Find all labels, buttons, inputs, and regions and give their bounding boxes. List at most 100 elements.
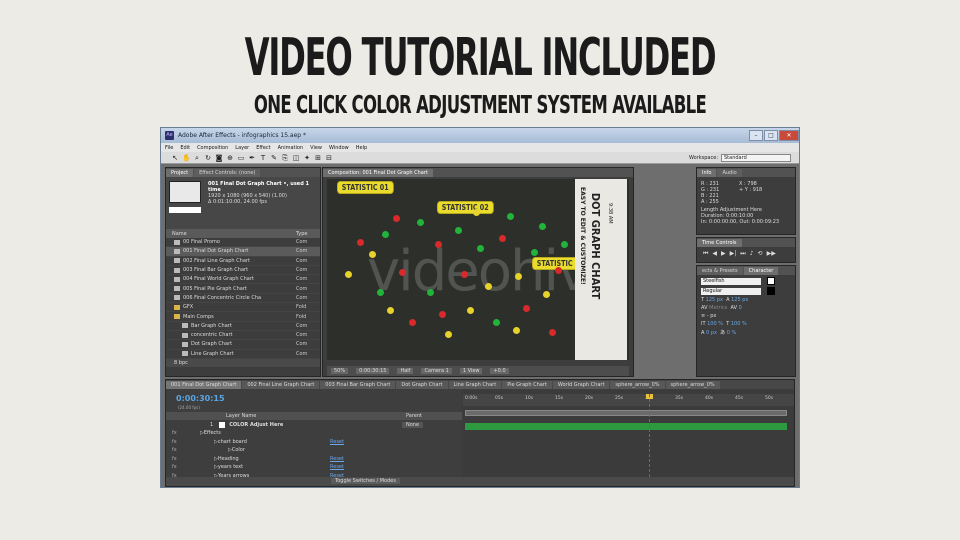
effect-property-row[interactable]: fx ▷ years text Reset xyxy=(166,463,462,471)
timeline-tab[interactable]: Dot Graph Chart xyxy=(396,381,448,389)
project-item[interactable]: Line Graph Chart Com xyxy=(166,350,320,359)
project-item[interactable]: 006 Final Concentric Circle Cha Com xyxy=(166,294,320,304)
layer-label-swatch[interactable] xyxy=(219,422,226,428)
column-type[interactable]: Type xyxy=(296,231,320,237)
close-button[interactable]: ✕ xyxy=(779,130,799,141)
menu-edit[interactable]: Edit xyxy=(180,145,190,151)
maximize-button[interactable]: □ xyxy=(764,130,778,141)
project-item[interactable]: Bar Graph Chart Com xyxy=(166,322,320,331)
tsume-value[interactable]: 0 % xyxy=(727,330,737,336)
menu-help[interactable]: Help xyxy=(356,145,367,151)
zoom-tool-icon[interactable]: ⌕ xyxy=(193,154,201,162)
tab-time-controls[interactable]: Time Controls xyxy=(697,239,742,247)
tab-audio[interactable]: Audio xyxy=(717,169,742,177)
reset-link[interactable]: Reset xyxy=(330,439,344,445)
composition-viewer[interactable]: videohive STATISTIC 01 STATISTIC 02 STAT… xyxy=(327,179,629,360)
camera-dropdown[interactable]: Camera 1 xyxy=(421,368,452,374)
effect-property-row[interactable]: fx ▷ Heading Reset xyxy=(166,455,462,463)
clone-tool-icon[interactable]: ⎘ xyxy=(281,154,289,162)
vertical-scale-value[interactable]: 100 % xyxy=(707,321,723,327)
menu-file[interactable]: File xyxy=(165,145,173,151)
timeline-tab[interactable]: Pie Graph Chart xyxy=(502,381,552,389)
layer-duration-bar[interactable] xyxy=(465,423,787,430)
stroke-color-swatch[interactable] xyxy=(767,287,775,295)
project-item[interactable]: 003 Final Bar Graph Chart Com xyxy=(166,266,320,276)
project-item[interactable]: concentric Chart Com xyxy=(166,331,320,341)
magnification-dropdown[interactable]: 50% xyxy=(331,368,349,374)
toggle-switches-modes-button[interactable]: Toggle Switches / Modes xyxy=(331,478,400,484)
tab-effects-presets[interactable]: ects & Presets xyxy=(697,267,743,275)
pan-behind-tool-icon[interactable]: ⊕ xyxy=(226,154,234,162)
font-style-dropdown[interactable]: Regular xyxy=(701,287,761,295)
project-item[interactable]: Main Comps Fold xyxy=(166,312,320,322)
tab-project[interactable]: Project xyxy=(166,169,194,177)
axis-icon[interactable]: ⊟ xyxy=(325,154,333,162)
audio-icon[interactable]: ♪ xyxy=(750,250,754,258)
project-item[interactable]: GFX Fold xyxy=(166,303,320,313)
snap-icon[interactable]: ⊞ xyxy=(314,154,322,162)
effect-property-row[interactable]: fx ▷ Color xyxy=(166,446,462,454)
project-item[interactable]: 004 Final World Graph Chart Com xyxy=(166,275,320,285)
tab-composition[interactable]: Composition: 001 Final Dot Graph Chart xyxy=(323,169,433,177)
layer-name[interactable]: COLOR Adjust Here xyxy=(229,422,283,428)
menu-window[interactable]: Window xyxy=(329,145,349,151)
kerning-value[interactable]: Metrics xyxy=(709,305,727,311)
effect-property-row[interactable]: fx ▷ Effects xyxy=(166,429,462,437)
timeline-graph-area[interactable]: 0:00s05s10s15s20s25s30s35s40s45s50s xyxy=(463,390,794,486)
effect-property-row[interactable]: fx ▷ chart board Reset xyxy=(166,438,462,446)
last-frame-icon[interactable]: ⏭ xyxy=(740,250,745,258)
menu-layer[interactable]: Layer xyxy=(235,145,249,151)
pen-tool-icon[interactable]: ✒ xyxy=(248,154,256,162)
font-family-dropdown[interactable]: Steelfish xyxy=(701,277,761,285)
camera-tool-icon[interactable]: ◙ xyxy=(215,154,223,162)
timeline-tab[interactable]: sphere_arrow_0% xyxy=(610,381,665,389)
font-size-value[interactable]: 125 px xyxy=(706,297,723,303)
mask-tool-icon[interactable]: ▭ xyxy=(237,154,245,162)
ram-preview-icon[interactable]: ▶▶ xyxy=(767,250,776,258)
workspace-dropdown[interactable]: Standard xyxy=(721,153,791,162)
menu-animation[interactable]: Animation xyxy=(278,145,304,151)
current-time-indicator[interactable] xyxy=(649,394,650,482)
text-tool-icon[interactable]: T xyxy=(259,154,267,162)
work-area-bar[interactable] xyxy=(465,410,787,416)
loop-icon[interactable]: ⟲ xyxy=(758,250,763,258)
timeline-tab[interactable]: sphere_arrow_0% xyxy=(665,381,720,389)
next-frame-icon[interactable]: ▶| xyxy=(730,250,737,258)
resolution-dropdown[interactable]: Half xyxy=(397,368,414,374)
selection-tool-icon[interactable]: ↖ xyxy=(171,154,179,162)
time-ruler[interactable]: 0:00s05s10s15s20s25s30s35s40s45s50s xyxy=(463,394,794,406)
rotate-tool-icon[interactable]: ↻ xyxy=(204,154,212,162)
menu-composition[interactable]: Composition xyxy=(197,145,228,151)
timeline-tab[interactable]: 001 Final Dot Graph Chart xyxy=(166,381,242,389)
timeline-timecode[interactable]: 0:00:30:15 xyxy=(176,394,225,403)
tab-effect-controls[interactable]: Effect Controls: (none) xyxy=(194,169,261,177)
menu-view[interactable]: View xyxy=(310,145,322,151)
first-frame-icon[interactable]: ⏮ xyxy=(703,250,708,258)
current-time-display[interactable]: 0:00:30:15 xyxy=(356,368,390,374)
parent-dropdown[interactable]: None xyxy=(402,422,424,428)
layer-name-header[interactable]: Layer Name xyxy=(226,413,256,419)
brush-tool-icon[interactable]: ✎ xyxy=(270,154,278,162)
tracking-value[interactable]: 0 xyxy=(739,305,742,311)
menu-effect[interactable]: Effect xyxy=(256,145,270,151)
timeline-tab[interactable]: Line Graph Chart xyxy=(448,381,502,389)
parent-header[interactable]: Parent xyxy=(406,413,422,419)
baseline-shift-value[interactable]: 0 px xyxy=(706,330,717,336)
puppet-tool-icon[interactable]: ✦ xyxy=(303,154,311,162)
reset-link[interactable]: Reset xyxy=(330,464,344,470)
project-item[interactable]: 001 Final Dot Graph Chart Com xyxy=(166,247,320,257)
minimize-button[interactable]: – xyxy=(749,130,763,141)
fill-color-swatch[interactable] xyxy=(767,277,775,285)
timeline-tab[interactable]: 003 Final Bar Graph Chart xyxy=(320,381,396,389)
timeline-tab[interactable]: 002 Final Line Graph Chart xyxy=(242,381,320,389)
reset-link[interactable]: Reset xyxy=(330,456,344,462)
bit-depth-button[interactable]: 8 bpc xyxy=(166,358,320,367)
play-icon[interactable]: ▶ xyxy=(721,250,726,258)
stroke-width-value[interactable]: - px xyxy=(707,313,717,319)
timeline-tab[interactable]: World Graph Chart xyxy=(552,381,610,389)
project-item[interactable]: 005 Final Pie Graph Chart Com xyxy=(166,284,320,294)
eraser-tool-icon[interactable]: ◫ xyxy=(292,154,300,162)
tab-character[interactable]: Character xyxy=(743,267,779,275)
project-item[interactable]: 002 Final Line Graph Chart Com xyxy=(166,257,320,266)
project-item[interactable]: 00 Final Promo Com xyxy=(166,238,320,248)
